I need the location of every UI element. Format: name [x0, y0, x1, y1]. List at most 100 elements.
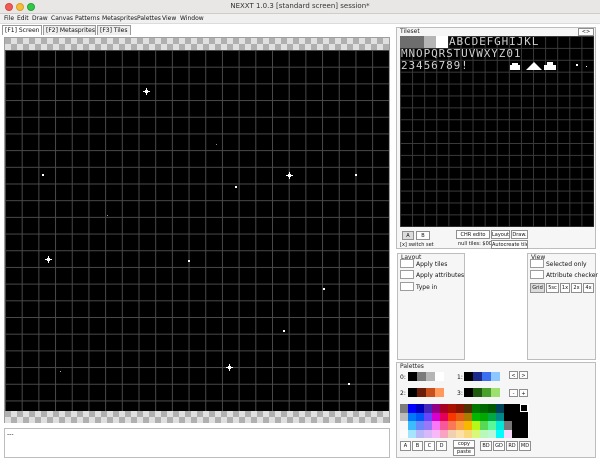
nes-color-cell[interactable] [408, 404, 416, 413]
menu-canvas[interactable]: Canvas [51, 15, 73, 22]
nes-color-cell[interactable] [456, 404, 464, 413]
nes-color-cell[interactable] [496, 429, 504, 438]
nes-color-cell[interactable] [408, 412, 416, 421]
palette-swatch[interactable] [464, 388, 473, 397]
nes-palette-picker[interactable] [400, 404, 528, 438]
palette-swatch[interactable] [491, 372, 500, 381]
palette-bank-d-button[interactable]: D [436, 441, 447, 451]
nes-color-cell[interactable] [440, 412, 448, 421]
nes-color-cell[interactable] [448, 429, 456, 438]
nes-color-cell[interactable] [520, 429, 528, 438]
tab-screen[interactable]: [F1] Screen [2, 25, 42, 35]
paste-palette-button[interactable]: paste [453, 448, 475, 456]
bd-button[interactable]: BD [480, 441, 492, 451]
nes-color-cell[interactable] [488, 404, 496, 413]
nes-color-cell[interactable] [504, 412, 512, 421]
palette-swatch[interactable] [473, 388, 482, 397]
menu-metasprites[interactable]: Metasprites [102, 15, 137, 22]
nes-color-cell[interactable] [512, 429, 520, 438]
nes-color-cell[interactable] [416, 421, 424, 430]
nes-color-cell[interactable] [424, 429, 432, 438]
copy-palette-button[interactable]: copy [453, 440, 475, 448]
nes-color-cell[interactable] [496, 404, 504, 413]
palette-swatch[interactable] [482, 372, 491, 381]
nes-color-cell[interactable] [520, 412, 528, 421]
nes-color-cell[interactable] [456, 429, 464, 438]
md-button[interactable]: MD [519, 441, 531, 451]
draw-button[interactable]: Draw. [511, 230, 528, 239]
gd-button[interactable]: GD [493, 441, 505, 451]
nes-color-cell[interactable] [512, 412, 520, 421]
palette-swatch[interactable] [426, 372, 435, 381]
nes-color-cell[interactable] [504, 404, 512, 413]
nes-color-cell[interactable] [512, 404, 520, 413]
nes-color-cell[interactable] [464, 412, 472, 421]
menu-window[interactable]: Window [180, 15, 204, 22]
nes-color-cell[interactable] [456, 421, 464, 430]
nes-color-cell[interactable] [416, 412, 424, 421]
palette-swatch[interactable] [464, 372, 473, 381]
palette-next-button[interactable]: > [519, 371, 528, 379]
nes-color-cell[interactable] [480, 404, 488, 413]
nes-color-cell[interactable] [504, 421, 512, 430]
palette-prev-button[interactable]: < [509, 371, 518, 379]
nes-color-cell[interactable] [472, 412, 480, 421]
menu-file[interactable]: File [4, 15, 14, 22]
nes-color-cell[interactable] [480, 421, 488, 430]
palette-swatch[interactable] [408, 388, 417, 397]
nes-color-cell[interactable] [408, 421, 416, 430]
nes-color-cell[interactable] [464, 404, 472, 413]
palette-swatch[interactable] [426, 388, 435, 397]
nes-color-cell[interactable] [464, 429, 472, 438]
nes-color-cell[interactable] [440, 421, 448, 430]
palette-bank-a-button[interactable]: A [400, 441, 411, 451]
palette-bank-b-button[interactable]: B [412, 441, 423, 451]
attribute-checker-checkbox[interactable] [530, 270, 544, 279]
chr-editor-button[interactable]: CHR edito [456, 230, 490, 239]
grid-size-2x-button[interactable]: 2x [571, 283, 582, 293]
nes-color-cell[interactable] [480, 429, 488, 438]
tab-metasprites[interactable]: [F2] Metasprites [43, 25, 96, 35]
nes-color-cell[interactable] [512, 421, 520, 430]
nes-color-cell[interactable] [448, 412, 456, 421]
nes-color-cell[interactable] [432, 421, 440, 430]
selected-only-checkbox[interactable] [530, 259, 544, 268]
nes-color-cell[interactable] [408, 429, 416, 438]
nes-color-cell[interactable] [480, 412, 488, 421]
nes-color-cell[interactable] [400, 429, 408, 438]
nes-color-cell[interactable] [400, 421, 408, 430]
type-in-checkbox[interactable] [400, 282, 414, 291]
nes-color-cell[interactable] [488, 412, 496, 421]
nes-color-cell[interactable] [488, 421, 496, 430]
palette-swatch[interactable] [435, 372, 444, 381]
nes-color-cell[interactable] [432, 429, 440, 438]
layout-button[interactable]: Layout [491, 230, 510, 239]
nes-color-cell[interactable] [448, 404, 456, 413]
autocreate-tiles-button[interactable]: Autocreate tiles [491, 240, 528, 249]
screen-grid[interactable] [5, 50, 389, 411]
nes-color-cell[interactable] [432, 404, 440, 413]
nes-color-cell[interactable] [416, 404, 424, 413]
nes-color-cell[interactable] [440, 404, 448, 413]
nes-color-cell[interactable] [432, 412, 440, 421]
palette-swatch[interactable] [473, 372, 482, 381]
grid-size-1x-button[interactable]: 1x [560, 283, 570, 293]
nes-color-cell[interactable] [416, 429, 424, 438]
switch-set-checkbox[interactable]: [x] switch set [400, 242, 434, 248]
palette-swatch[interactable] [417, 388, 426, 397]
nes-color-cell[interactable] [400, 404, 408, 413]
menu-view[interactable]: View [162, 15, 176, 22]
nes-color-cell[interactable] [464, 421, 472, 430]
rd-button[interactable]: RD [506, 441, 518, 451]
grid-size-5sc-button[interactable]: 5sc [546, 283, 559, 293]
menu-draw[interactable]: Draw [32, 15, 48, 22]
palette-swatch[interactable] [435, 388, 444, 397]
grid-size-4x-button[interactable]: 4x [583, 283, 594, 293]
bank-a-button[interactable]: A [402, 231, 414, 240]
nes-color-cell[interactable] [424, 421, 432, 430]
grid-toggle-button[interactable]: Grid [530, 283, 545, 293]
apply-attributes-checkbox[interactable] [400, 270, 414, 279]
tab-tiles[interactable]: [F3] Tiles [97, 25, 131, 35]
nes-color-cell[interactable] [424, 404, 432, 413]
nes-color-cell[interactable] [496, 421, 504, 430]
